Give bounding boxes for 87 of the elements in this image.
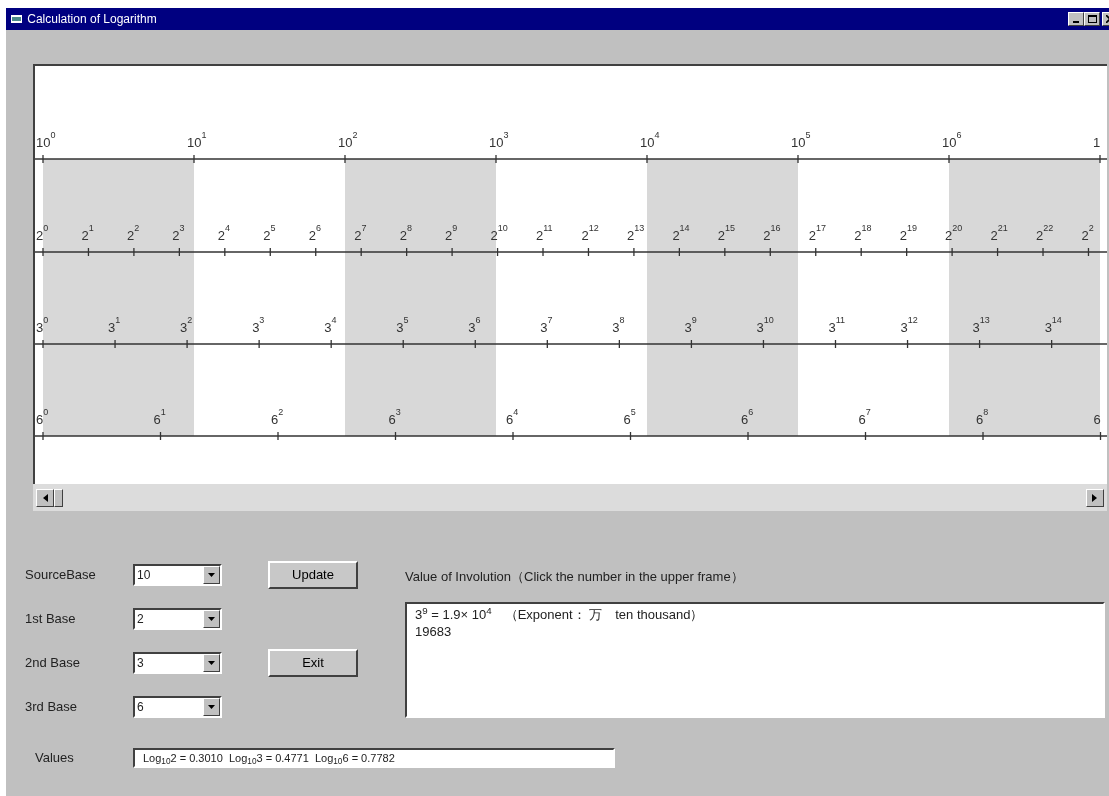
involution-label: Value of Involution（Click the number in the upper frame） <box>405 568 745 586</box>
scale-label[interactable]: 6$^{8}$ <box>976 407 989 427</box>
scale-label[interactable]: 2$^{20}$ <box>945 223 963 243</box>
scale-label[interactable]: 2$^{5}$ <box>263 223 276 243</box>
scale-label[interactable]: 3$^{8}$ <box>612 315 625 335</box>
field-label: 2nd Base <box>25 654 81 673</box>
scale-label[interactable]: 6$^{5}$ <box>623 407 636 427</box>
scale-label[interactable]: 3$^{3}$ <box>252 315 265 335</box>
left-arrow-icon <box>42 493 48 502</box>
scale-label[interactable]: 10$^{3}$ <box>489 130 509 150</box>
values-label: Values <box>35 749 75 768</box>
scale-label[interactable]: 3$^{2}$ <box>180 315 193 335</box>
scale-label[interactable]: 2$^{13}$ <box>626 223 645 243</box>
scale-label[interactable]: 2$^{10}$ <box>490 223 508 243</box>
base-dropdown[interactable]: 10 <box>133 564 222 586</box>
scale-label[interactable]: 2$^{12}$ <box>581 223 599 243</box>
scale-label[interactable]: 2$^{17}$ <box>808 223 826 243</box>
scale-label[interactable]: 2$^{6}$ <box>308 223 321 243</box>
right-arrow-icon <box>1092 493 1098 502</box>
scale-label[interactable]: 2$^{18}$ <box>854 223 872 243</box>
scale-label[interactable]: 1 <box>1093 135 1101 150</box>
caret-icon <box>208 661 215 665</box>
output-line: 3$^{9}$ = 1.9× 10$^{4}$ （Exponent： 万 ten thousand） <box>415 605 705 623</box>
caret-icon <box>208 617 215 621</box>
base-dropdown[interactable]: 6 <box>133 696 222 718</box>
scroll-thumb[interactable] <box>54 488 64 507</box>
scale-label[interactable]: 2$^{11}$ <box>536 223 553 243</box>
app-icon <box>10 13 24 25</box>
field-label: 1st Base <box>25 610 77 629</box>
scale-label[interactable]: 2$^{21}$ <box>990 223 1008 243</box>
output-line: 19683 <box>415 622 453 640</box>
scale-label[interactable]: 3$^{0}$ <box>36 315 49 335</box>
minimize-button[interactable] <box>1068 12 1084 26</box>
values-field: Log$_{10}$2 = 0.3010 Log$_{10}$3 = 0.4771 Log$_{10}$6 = 0.7782 <box>133 748 615 768</box>
scale-label[interactable]: 6$^{4}$ <box>506 407 519 427</box>
scale-label[interactable]: 3$^{13}$ <box>972 315 990 335</box>
scale-label[interactable]: 10$^{4}$ <box>640 130 660 150</box>
scale-label[interactable]: 2$^{7}$ <box>354 223 367 243</box>
scale-label[interactable]: 3$^{11}$ <box>828 315 846 335</box>
scale-label[interactable]: 3$^{6}$ <box>468 315 481 335</box>
scale-label[interactable]: 2$^{19}$ <box>899 223 917 243</box>
scroll-left-button[interactable] <box>36 488 55 507</box>
scale-label[interactable]: 2$^{14}$ <box>672 223 690 243</box>
exit-button[interactable]: Exit <box>268 649 358 677</box>
scale-label[interactable]: 3$^{12}$ <box>900 315 918 335</box>
scale-label[interactable]: 3$^{4}$ <box>324 315 337 335</box>
scale-label[interactable]: 2$^{15}$ <box>717 223 736 243</box>
scale-label[interactable]: 2$^{22}$ <box>1036 223 1054 243</box>
scale-label[interactable]: 3$^{9}$ <box>684 315 697 335</box>
scroll-right-button[interactable] <box>1085 488 1104 507</box>
caret-icon <box>208 705 215 709</box>
scale-label[interactable]: 2$^{9}$ <box>445 223 458 243</box>
scale-label[interactable]: 2$^{8}$ <box>399 223 412 243</box>
scale-label[interactable]: 10$^{5}$ <box>791 130 811 150</box>
scale-label[interactable]: 10$^{2}$ <box>338 130 358 150</box>
scale-label[interactable]: 6$^{1}$ <box>153 407 166 427</box>
scale-label[interactable]: 3$^{14}$ <box>1044 315 1062 335</box>
scale-label[interactable]: 3$^{10}$ <box>756 315 774 335</box>
base-dropdown[interactable]: 2 <box>133 608 222 630</box>
scale-label[interactable]: 2$^{3}$ <box>172 223 185 243</box>
scale-label[interactable]: 10$^{6}$ <box>942 130 962 150</box>
field-label: 3rd Base <box>25 698 79 717</box>
caret-icon <box>208 573 215 577</box>
update-button[interactable]: Update <box>268 561 358 589</box>
scale-label[interactable]: 3$^{7}$ <box>540 315 553 335</box>
scale-label[interactable]: 10$^{0}$ <box>36 130 56 150</box>
field-label: SourceBase <box>25 566 97 585</box>
window-title: Calculation of Logarithm <box>27 11 157 28</box>
base-dropdown[interactable]: 3 <box>133 652 222 674</box>
maximize-button[interactable] <box>1084 12 1100 26</box>
scale-label[interactable]: 6$^{2}$ <box>271 407 284 427</box>
maximize-icon <box>1087 15 1097 23</box>
scale-label[interactable]: 2$^{1}$ <box>81 223 94 243</box>
scale-label[interactable]: 6$^{0}$ <box>36 407 49 427</box>
scale-label[interactable]: 3$^{5}$ <box>396 315 409 335</box>
scale-canvas[interactable] <box>33 64 1107 484</box>
scale-label[interactable]: 2$^{2}$ <box>1081 223 1094 243</box>
scale-label[interactable]: 2$^{4}$ <box>217 223 231 243</box>
scale-label[interactable]: 3$^{1}$ <box>108 315 121 335</box>
scale-label[interactable]: 10$^{1}$ <box>187 130 207 150</box>
scale-label[interactable]: 2$^{2}$ <box>126 223 140 243</box>
scale-label[interactable]: 6$^{7}$ <box>858 407 871 427</box>
scale-label[interactable]: 6$^{3}$ <box>388 407 401 427</box>
scale-label[interactable]: 2$^{0}$ <box>36 223 49 243</box>
scale-label[interactable]: 2$^{16}$ <box>763 223 781 243</box>
scale-label[interactable]: 6$^{6}$ <box>741 407 754 427</box>
scale-label[interactable]: 6 <box>1093 412 1101 427</box>
